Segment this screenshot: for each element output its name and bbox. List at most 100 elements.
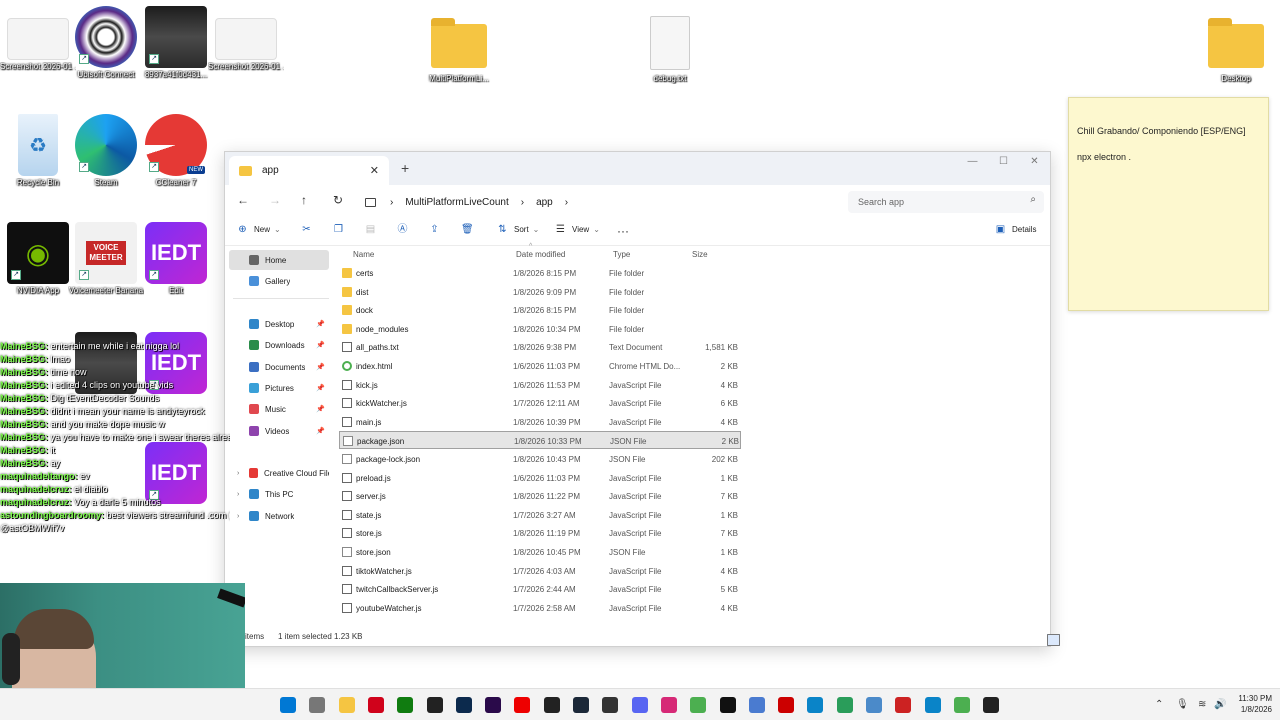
- more-options-button[interactable]: ···: [617, 224, 629, 238]
- back-arrow-icon[interactable]: ←: [237, 193, 249, 207]
- desktop-icon[interactable]: IEDT ↗ Edit: [138, 222, 214, 296]
- maximize-button[interactable]: ☐: [988, 152, 1019, 172]
- view-button[interactable]: ☰ View ⌄: [555, 224, 600, 235]
- tiles-view-button[interactable]: [1047, 634, 1060, 646]
- epic-games-icon[interactable]: [543, 697, 560, 713]
- column-size[interactable]: Size: [692, 250, 708, 259]
- app-photo-icon[interactable]: [866, 697, 882, 713]
- share-button[interactable]: ⇪: [429, 224, 446, 235]
- file-row[interactable]: preload.js 1/6/2026 11:03 PM JavaScript Fi…: [339, 469, 741, 487]
- premiere-icon[interactable]: [485, 697, 502, 713]
- desktop-icon[interactable]: ↗ Steam: [68, 114, 144, 188]
- chevron-up-icon[interactable]: ⌃: [1155, 699, 1163, 710]
- file-row[interactable]: package-lock.json 1/8/2026 10:43 PM JSON F…: [339, 450, 741, 468]
- file-row[interactable]: certs 1/8/2026 8:15 PM File folder: [339, 264, 741, 282]
- cut-button[interactable]: ✂: [301, 224, 318, 235]
- chevron-right-icon[interactable]: ›: [237, 491, 239, 498]
- nav-item[interactable]: › Creative Cloud Files: [229, 463, 329, 483]
- nav-item[interactable]: › Network: [229, 506, 329, 526]
- desktop-icon[interactable]: VOICE MEETER ↗ Voicemeeter Banana: [68, 222, 144, 296]
- desktop-icon[interactable]: Screenshot 2026-01 ...: [208, 6, 284, 72]
- edge-icon[interactable]: [807, 697, 824, 713]
- desktop-icon[interactable]: Desktop: [1198, 10, 1274, 84]
- file-row[interactable]: main.js 1/8/2026 10:39 PM JavaScript File 4…: [339, 413, 741, 431]
- minimize-button[interactable]: —: [957, 152, 988, 172]
- new-button[interactable]: ⊕ New ⌄: [237, 224, 280, 235]
- explorer-folder-icon[interactable]: [309, 697, 326, 713]
- breadcrumb-item[interactable]: MultiPlatformLiveCount: [405, 197, 508, 208]
- chevron-right-icon[interactable]: ›: [390, 197, 393, 208]
- desktop-icon[interactable]: ↗ 8937a41f0d431...: [138, 6, 214, 80]
- forward-arrow-icon[interactable]: →: [269, 193, 281, 207]
- chevron-right-icon[interactable]: ›: [237, 513, 239, 520]
- opera-icon[interactable]: [367, 697, 384, 713]
- sticky-note[interactable]: Chill Grabando/ Componiendo [ESP/ENG] np…: [1068, 97, 1269, 311]
- file-row[interactable]: twitchCallbackServer.js 1/7/2026 2:44 AM J…: [339, 580, 741, 598]
- breadcrumb-item[interactable]: app: [536, 197, 553, 208]
- desktop-icon[interactable]: NEW ↗ CCleaner 7: [138, 114, 214, 188]
- paste-button[interactable]: ▤: [365, 224, 382, 235]
- copy-button[interactable]: ❐: [333, 224, 350, 235]
- davinci-icon[interactable]: [983, 697, 1000, 713]
- column-date[interactable]: Date modified: [516, 250, 565, 259]
- volume-icon[interactable]: 🔊: [1214, 699, 1226, 710]
- nav-item[interactable]: Videos 📌: [229, 421, 329, 441]
- nav-item[interactable]: Music 📌: [229, 399, 329, 419]
- app-blue-icon[interactable]: [748, 697, 765, 713]
- app-red-icon[interactable]: [778, 697, 795, 713]
- nav-item[interactable]: Gallery: [229, 271, 329, 291]
- desktop-icon[interactable]: debug.txt: [632, 10, 708, 84]
- steam-icon[interactable]: [573, 697, 589, 713]
- desktop-icon[interactable]: Screenshot 2026-01 ...: [0, 6, 76, 72]
- tiktok-icon[interactable]: [719, 697, 736, 713]
- app-red2-icon[interactable]: [895, 697, 912, 713]
- column-type[interactable]: Type: [613, 250, 630, 259]
- details-button[interactable]: ▣ Details: [995, 224, 1037, 235]
- file-row[interactable]: state.js 1/7/2026 3:27 AM JavaScript File 1…: [339, 506, 741, 524]
- file-row[interactable]: tiktokWatcher.js 1/7/2026 4:03 AM JavaScri…: [339, 562, 741, 580]
- desktop-icon[interactable]: ↗ Ubisoft Connect: [68, 6, 144, 80]
- notes-icon[interactable]: [953, 697, 970, 713]
- windows-icon[interactable]: [280, 697, 296, 713]
- file-row[interactable]: youtubeWatcher.js 1/7/2026 2:58 AM JavaScr…: [339, 599, 741, 617]
- xbox-icon[interactable]: [397, 697, 414, 713]
- up-arrow-icon[interactable]: ↑: [301, 193, 307, 207]
- microphone-icon[interactable]: 🎙: [1176, 699, 1189, 710]
- tab-app[interactable]: app ✕: [229, 156, 389, 185]
- column-name[interactable]: Name: [353, 250, 374, 259]
- nav-item[interactable]: Documents 📌: [229, 357, 329, 377]
- instagram-icon[interactable]: [660, 697, 677, 713]
- desktop-icon[interactable]: ♻ Recycle Bin: [0, 114, 76, 188]
- nav-item[interactable]: Downloads 📌: [229, 335, 329, 355]
- delete-button[interactable]: 🗑: [461, 224, 478, 235]
- file-row[interactable]: node_modules 1/8/2026 10:34 PM File folder: [339, 320, 741, 338]
- close-window-button[interactable]: ✕: [1019, 152, 1050, 172]
- sort-button[interactable]: ⇅ Sort ⌄: [497, 224, 539, 235]
- file-row[interactable]: store.json 1/8/2026 10:45 PM JSON File 1 KB: [339, 543, 741, 561]
- file-row[interactable]: kick.js 1/6/2026 11:53 PM JavaScript File 4…: [339, 376, 741, 394]
- nav-item[interactable]: Pictures 📌: [229, 378, 329, 398]
- clock[interactable]: 11:30 PM 1/8/2026: [1238, 693, 1272, 715]
- file-explorer-icon[interactable]: [338, 697, 355, 713]
- file-row[interactable]: all_paths.txt 1/8/2026 9:38 PM Text Docume…: [339, 338, 741, 356]
- epic-icon[interactable]: [426, 697, 443, 713]
- discord-icon[interactable]: [631, 697, 648, 713]
- wifi-icon[interactable]: ≋: [1198, 699, 1206, 710]
- youtube-icon[interactable]: [514, 697, 531, 713]
- new-tab-button[interactable]: +: [401, 160, 409, 176]
- file-row[interactable]: kickWatcher.js 1/7/2026 12:11 AM JavaScrip…: [339, 394, 741, 412]
- nav-item[interactable]: Home: [229, 250, 329, 270]
- file-row[interactable]: store.js 1/8/2026 11:19 PM JavaScript File…: [339, 524, 741, 542]
- desktop-icon[interactable]: ◉ ↗ NVIDIA App: [0, 222, 76, 296]
- close-tab-icon[interactable]: ✕: [370, 164, 379, 177]
- chevron-right-icon[interactable]: ›: [237, 470, 239, 477]
- desktop-icon[interactable]: MultiPlatformLi...: [421, 10, 497, 84]
- obs-icon[interactable]: [602, 697, 619, 713]
- edge2-icon[interactable]: [924, 697, 941, 713]
- photoshop-icon[interactable]: [455, 697, 472, 713]
- refresh-icon[interactable]: ↻: [333, 193, 343, 207]
- chevron-right-icon[interactable]: ›: [565, 197, 568, 208]
- file-row[interactable]: server.js 1/8/2026 11:22 PM JavaScript Fil…: [339, 487, 741, 505]
- chrome-icon[interactable]: [690, 697, 707, 713]
- chevron-right-icon[interactable]: ›: [521, 197, 524, 208]
